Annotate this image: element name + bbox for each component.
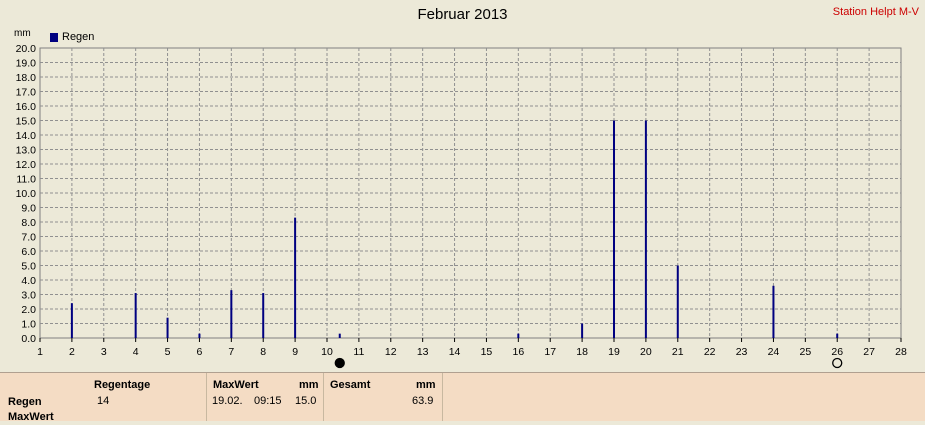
y-tick-label: 11.0 [16, 174, 36, 186]
y-axis-unit-label: mm [14, 28, 31, 39]
x-tick-label: 26 [831, 346, 843, 358]
rain-bar [166, 317, 169, 338]
maxwert-unit: mm [299, 379, 319, 391]
x-tick-label: 6 [197, 346, 203, 358]
y-tick-label: 3.0 [21, 290, 36, 302]
x-tick-label: 14 [449, 346, 461, 358]
rain-bar [134, 293, 137, 338]
regentage-header: Regentage [94, 379, 151, 391]
rain-bar [294, 217, 297, 338]
x-tick-label: 4 [133, 346, 139, 358]
x-tick-label: 23 [736, 346, 748, 358]
x-tick-label: 21 [672, 346, 684, 358]
maxwert-value: 15.0 [295, 395, 317, 407]
maxwert-time: 09:15 [254, 395, 282, 407]
rain-bar [230, 290, 233, 338]
y-tick-label: 18.0 [16, 72, 37, 84]
y-tick-label: 14.0 [16, 130, 37, 142]
legend-swatch [50, 32, 58, 42]
x-tick-label: 27 [863, 346, 875, 358]
x-tick-label: 13 [417, 346, 429, 358]
y-tick-label: 1.0 [21, 319, 36, 331]
y-tick-label: 19.0 [16, 58, 37, 70]
y-tick-label: 0.0 [21, 333, 36, 345]
y-tick-label: 4.0 [21, 275, 36, 287]
y-tick-label: 7.0 [21, 232, 36, 244]
y-tick-label: 16.0 [16, 101, 37, 113]
gesamt-value: 63.9 [412, 395, 434, 407]
rain-bar [262, 293, 265, 338]
open-circle-marker [832, 357, 843, 369]
rain-bar [772, 285, 775, 338]
x-tick-label: 2 [69, 346, 75, 358]
x-tick-label: 3 [101, 346, 107, 358]
x-tick-label: 20 [640, 346, 652, 358]
rain-bar [70, 303, 73, 338]
y-tick-label: 5.0 [21, 261, 36, 273]
x-tick-label: 11 [353, 346, 364, 358]
x-tick-label: 15 [481, 346, 493, 358]
x-tick-label: 19 [608, 346, 620, 358]
y-tick-label: 8.0 [21, 217, 36, 229]
rain-chart: 0.01.02.03.04.05.06.07.08.09.010.011.012… [16, 43, 907, 369]
y-tick-label: 10.0 [16, 188, 37, 200]
regentage-column: Regentage 14 [88, 373, 207, 421]
x-tick-label: 8 [260, 346, 266, 358]
x-tick-label: 5 [165, 346, 171, 358]
row-labels: Regen MaxWert [8, 395, 54, 425]
row-label-maxwert: MaxWert [8, 411, 54, 423]
x-tick-label: 18 [576, 346, 588, 358]
x-tick-label: 12 [385, 346, 397, 358]
maxwert-date: 19.02. [212, 395, 243, 407]
station-label: Station Helpt M-V [832, 6, 919, 18]
y-tick-label: 12.0 [16, 159, 37, 171]
gesamt-column: Gesamt mm 63.9 [324, 373, 443, 421]
rain-bar [581, 323, 584, 338]
y-tick-label: 2.0 [21, 304, 36, 316]
y-tick-label: 13.0 [16, 145, 37, 157]
rain-bar [676, 265, 679, 338]
x-tick-label: 28 [895, 346, 907, 358]
maxwert-header: MaxWert [213, 379, 259, 391]
x-tick-label: 9 [292, 346, 298, 358]
y-tick-label: 15.0 [16, 116, 37, 128]
row-label-regen: Regen [8, 396, 42, 408]
x-tick-label: 7 [228, 346, 234, 358]
rain-bar [644, 120, 647, 338]
gesamt-header: Gesamt [330, 379, 371, 391]
regentage-value: 14 [97, 395, 110, 407]
rain-bar [198, 333, 201, 338]
x-tick-label: 10 [321, 346, 333, 358]
maxwert-column: MaxWert mm 19.02. 09:15 15.0 [207, 373, 324, 421]
summary-panel: Regen MaxWert Regentage 14 MaxWert mm 19… [0, 372, 925, 423]
rain-bar [338, 333, 341, 338]
y-tick-label: 20.0 [16, 43, 37, 55]
x-tick-label: 17 [544, 346, 556, 358]
chart-title: Februar 2013 [417, 6, 508, 23]
filled-circle-marker [334, 357, 345, 369]
x-tick-label: 22 [704, 346, 716, 358]
y-tick-label: 17.0 [16, 87, 37, 99]
legend-label: Regen [62, 31, 95, 43]
chart-legend: Regen [50, 31, 94, 43]
rain-bar [613, 120, 615, 338]
x-tick-label: 25 [799, 346, 811, 358]
x-tick-label: 24 [768, 346, 780, 358]
y-tick-label: 6.0 [21, 246, 36, 258]
x-tick-label: 1 [37, 346, 43, 358]
rain-bar [517, 333, 520, 338]
x-tick-label: 16 [512, 346, 524, 358]
y-tick-label: 9.0 [21, 203, 36, 215]
rain-bar [836, 333, 839, 338]
gesamt-unit: mm [416, 379, 436, 391]
